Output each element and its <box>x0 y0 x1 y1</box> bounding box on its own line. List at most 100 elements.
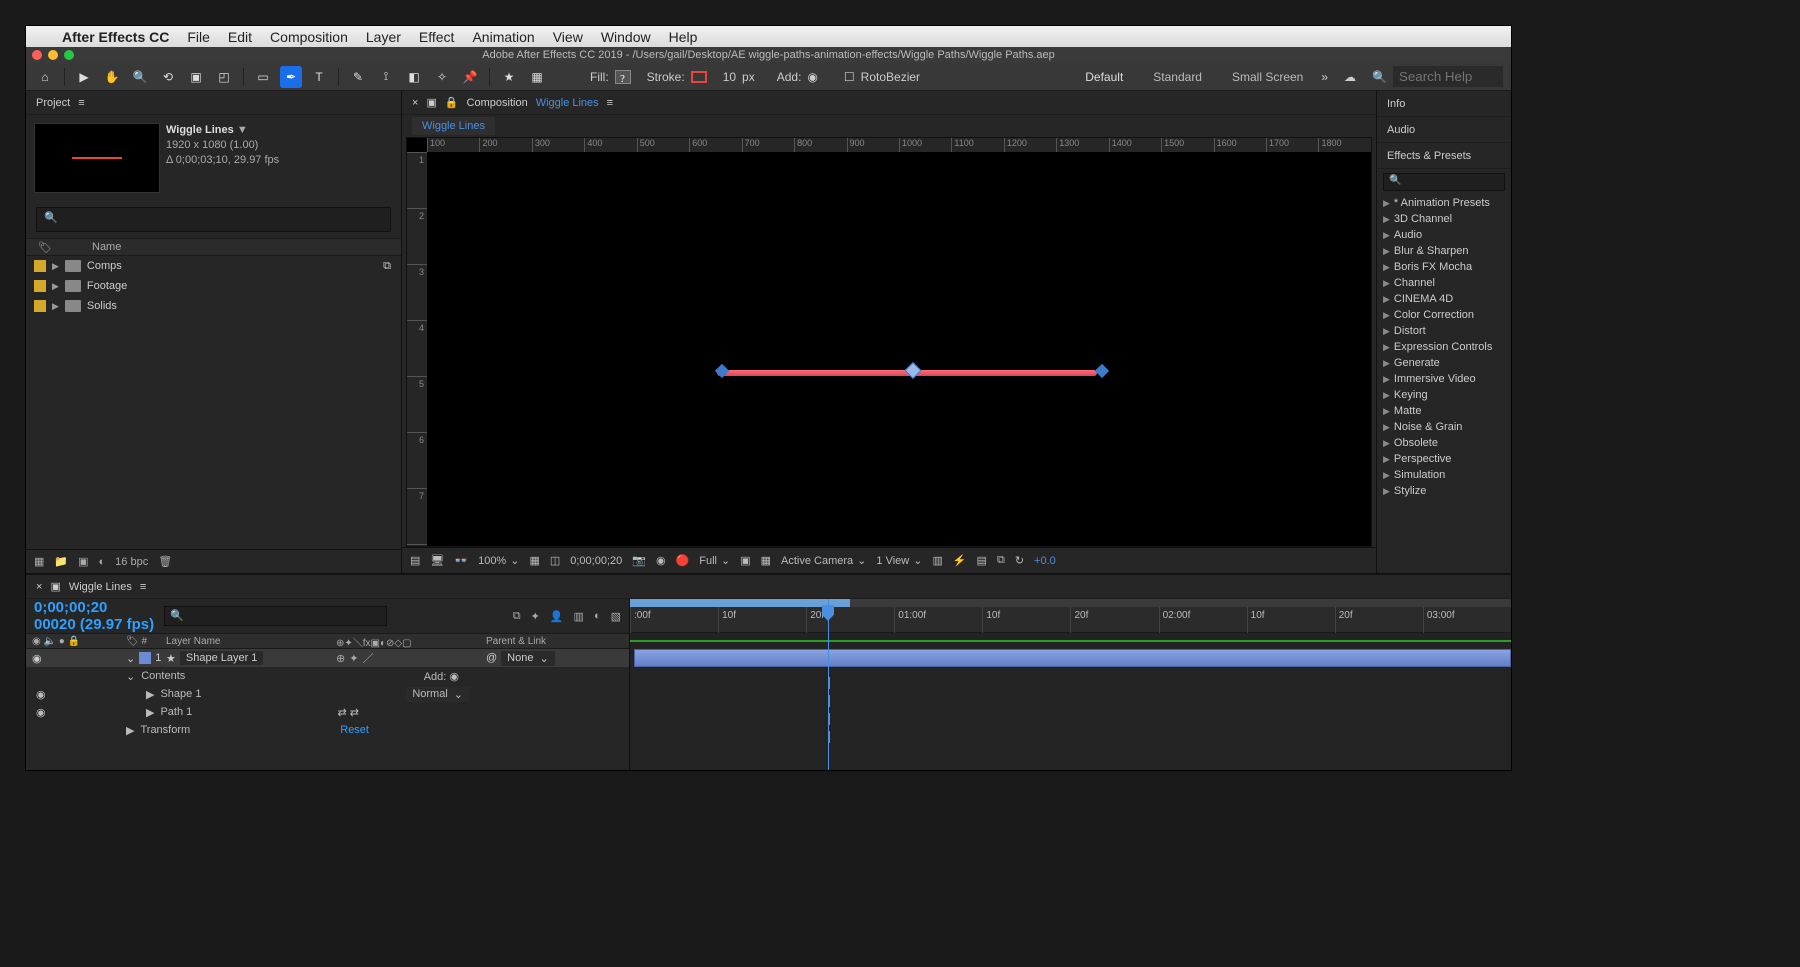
effects-category[interactable]: ▶3D Channel <box>1377 211 1511 227</box>
effects-category[interactable]: ▶Channel <box>1377 275 1511 291</box>
fill-swatch[interactable] <box>615 70 631 84</box>
graph-editor-icon[interactable]: ▧ <box>611 610 621 623</box>
home-tool-icon[interactable]: ⌂ <box>34 66 56 88</box>
effects-category[interactable]: ▶Stylize <box>1377 483 1511 499</box>
info-panel-header[interactable]: Info <box>1377 91 1511 117</box>
bit-depth-toggle[interactable]: 16 bpc <box>115 556 148 568</box>
menu-composition[interactable]: Composition <box>270 29 348 45</box>
effects-category[interactable]: ▶Matte <box>1377 403 1511 419</box>
help-search-input[interactable] <box>1393 66 1503 87</box>
mask-visibility-icon[interactable]: ◫ <box>550 554 560 567</box>
camera-tool-icon[interactable]: ▣ <box>185 66 207 88</box>
solo-icon[interactable]: ● <box>59 636 65 647</box>
effects-category[interactable]: ▶Distort <box>1377 323 1511 339</box>
transparency-grid-icon[interactable]: ▦ <box>529 554 539 567</box>
effects-category[interactable]: ▶Perspective <box>1377 451 1511 467</box>
interpret-footage-icon[interactable]: ▦ <box>34 555 44 568</box>
resolution-icon[interactable]: 🖥 <box>430 554 444 567</box>
panel-menu-icon[interactable]: ≡ <box>607 97 613 109</box>
effects-category[interactable]: ▶* Animation Presets <box>1377 195 1511 211</box>
puppet-tool-icon[interactable]: 📌 <box>459 66 481 88</box>
path-vertex[interactable] <box>1095 364 1109 378</box>
current-timecode[interactable]: 0;00;00;20 <box>34 599 107 616</box>
rectangle-tool-icon[interactable]: ▭ <box>252 66 274 88</box>
effects-category[interactable]: ▶Boris FX Mocha <box>1377 259 1511 275</box>
workspace-standard[interactable]: Standard <box>1141 66 1214 88</box>
rotobezier-checkbox[interactable]: RotoBezier <box>861 70 920 84</box>
snapping-icon[interactable]: ▦ <box>526 66 548 88</box>
pan-behind-tool-icon[interactable]: ◰ <box>213 66 235 88</box>
exposure-value[interactable]: +0.0 <box>1034 555 1056 567</box>
new-folder-icon[interactable]: 📁 <box>54 555 68 568</box>
time-ruler[interactable]: :00f10f20f01:00f10f20f02:00f10f20f03:00f <box>630 599 1511 633</box>
type-tool-icon[interactable]: T <box>308 66 330 88</box>
add-menu-icon[interactable]: ◉ <box>807 70 817 84</box>
visibility-toggle[interactable]: ◉ <box>32 652 42 665</box>
switches-column[interactable]: ⊕✦＼fx▣◐⊘◇▢ <box>336 634 486 649</box>
composition-thumbnail[interactable] <box>34 123 160 193</box>
twirl-down-icon[interactable]: ⌄ <box>126 652 135 665</box>
close-tab-icon[interactable]: × <box>412 97 418 109</box>
composition-viewer[interactable]: 1002003004005006007008009001000110012001… <box>406 137 1372 547</box>
project-panel-title[interactable]: Project <box>36 97 70 109</box>
pen-tool-icon[interactable]: ✒ <box>280 66 302 88</box>
frame-blend-icon[interactable]: ▥ <box>574 610 584 623</box>
workspace-default[interactable]: Default <box>1073 66 1135 88</box>
stroke-width[interactable]: 10 <box>723 70 736 84</box>
reset-exposure-icon[interactable]: ↻ <box>1015 554 1024 567</box>
path-vertex-selected[interactable] <box>905 362 922 379</box>
brush-tool-icon[interactable]: ✎ <box>347 66 369 88</box>
menu-view[interactable]: View <box>553 29 583 45</box>
sync-icon[interactable]: ☁ <box>1344 70 1356 84</box>
lock-icon[interactable]: 🔒 <box>68 636 80 647</box>
roto-tool-icon[interactable]: ✧ <box>431 66 453 88</box>
color-mgmt-icon[interactable]: 🔴 <box>676 554 690 567</box>
fast-preview-icon[interactable]: 👓 <box>454 554 468 567</box>
effects-category[interactable]: ▶Generate <box>1377 355 1511 371</box>
menu-layer[interactable]: Layer <box>366 29 401 45</box>
layer-name[interactable]: Shape Layer 1 <box>180 651 264 665</box>
effects-category[interactable]: ▶Blur & Sharpen <box>1377 243 1511 259</box>
hand-tool-icon[interactable]: ✋ <box>101 66 123 88</box>
flowchart-icon[interactable]: ⧉ <box>383 260 391 273</box>
magnification-icon[interactable]: ▤ <box>410 554 420 567</box>
effects-category[interactable]: ▶Audio <box>1377 227 1511 243</box>
pixel-aspect-icon[interactable]: ▥ <box>932 554 942 567</box>
pickwhip-icon[interactable]: @ <box>486 652 497 664</box>
app-menu[interactable]: After Effects CC <box>62 29 169 45</box>
effects-category[interactable]: ▶Noise & Grain <box>1377 419 1511 435</box>
layer-row[interactable]: ◉ ⌄1 ★Shape Layer 1 ⊕✦／ @None⌄ <box>26 649 629 667</box>
effects-category[interactable]: ▶Simulation <box>1377 467 1511 483</box>
project-column-name[interactable]: Name <box>92 241 121 253</box>
timeline-tracks[interactable]: :00f10f20f01:00f10f20f02:00f10f20f03:00f <box>630 599 1511 770</box>
zoom-dropdown[interactable]: 100% <box>478 555 506 567</box>
macos-menubar[interactable]: After Effects CC File Edit Composition L… <box>26 26 1511 47</box>
fast-preview-icon[interactable]: ⚡ <box>953 554 967 567</box>
add-menu-icon[interactable]: ◉ <box>449 671 459 683</box>
workspace-smallscreen[interactable]: Small Screen <box>1220 66 1315 88</box>
current-time[interactable]: 0;00;00;20 <box>570 555 622 567</box>
timeline-icon[interactable]: ▤ <box>977 554 987 567</box>
zoom-tool-icon[interactable]: 🔍 <box>129 66 151 88</box>
effects-category[interactable]: ▶CINEMA 4D <box>1377 291 1511 307</box>
layer-name-column[interactable]: Layer Name <box>166 636 336 647</box>
shy-icon[interactable]: 👤 <box>550 610 564 623</box>
trash-icon[interactable]: 🗑 <box>158 555 172 568</box>
menu-window[interactable]: Window <box>601 29 651 45</box>
clone-tool-icon[interactable]: ⟟ <box>375 66 397 88</box>
favorite-icon[interactable]: ★ <box>498 66 520 88</box>
lock-icon[interactable]: 🔒 <box>445 96 459 109</box>
path-row[interactable]: ◉ ▶Path 1 ⇄ ⇄ <box>26 703 629 721</box>
menu-edit[interactable]: Edit <box>228 29 252 45</box>
label-icon[interactable]: 🏷 <box>126 636 139 647</box>
comp-mini-flowchart-icon[interactable]: ⧉ <box>513 610 521 623</box>
playhead[interactable] <box>828 599 829 770</box>
eraser-tool-icon[interactable]: ◧ <box>403 66 425 88</box>
tag-icon[interactable]: 🏷 <box>38 241 52 254</box>
reset-button[interactable]: Reset <box>340 724 369 736</box>
contents-row[interactable]: ⌄Contents Add: ◉ <box>26 667 629 685</box>
show-channel-icon[interactable]: ◉ <box>656 554 666 567</box>
motion-blur-icon[interactable]: ◐ <box>594 610 601 623</box>
audio-panel-header[interactable]: Audio <box>1377 117 1511 143</box>
effects-category[interactable]: ▶Expression Controls <box>1377 339 1511 355</box>
